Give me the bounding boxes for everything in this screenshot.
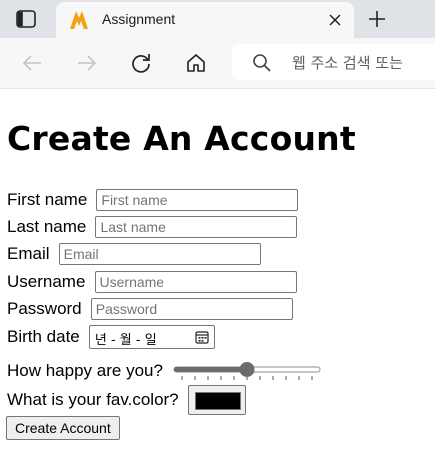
- forward-icon[interactable]: [72, 48, 102, 78]
- tab-bar: Assignment: [0, 0, 435, 38]
- browser-toolbar: 웹 주소 검색 또는: [0, 38, 435, 89]
- fav-color-picker[interactable]: [187, 385, 246, 415]
- email-label: Email: [7, 244, 50, 263]
- username-label: Username: [7, 272, 86, 291]
- first-name-label: First name: [7, 190, 88, 209]
- new-tab-icon[interactable]: [362, 5, 392, 33]
- last-name-label: Last name: [7, 217, 87, 236]
- refresh-icon[interactable]: [126, 48, 156, 78]
- fav-color-row: What is your fav.color?: [7, 385, 246, 415]
- fav-color-label: What is your fav.color?: [7, 390, 179, 409]
- address-bar-placeholder: 웹 주소 검색 또는: [292, 54, 403, 72]
- close-tab-icon[interactable]: [326, 11, 344, 29]
- page-content: Create An Account First name Last name E…: [0, 89, 435, 458]
- calendar-icon[interactable]: [195, 330, 209, 344]
- page-title: Create An Account: [7, 119, 356, 158]
- last-name-input[interactable]: [95, 216, 298, 238]
- password-input[interactable]: [90, 298, 293, 320]
- happiness-label: How happy are you?: [7, 361, 163, 380]
- birth-date-input[interactable]: 년 - 월 - 일: [88, 325, 215, 349]
- email-input[interactable]: [58, 243, 261, 265]
- sidebar-toggle-icon[interactable]: [6, 4, 46, 34]
- password-row: Password: [7, 298, 293, 322]
- create-account-button[interactable]: Create Account: [6, 416, 120, 440]
- address-bar[interactable]: 웹 주소 검색 또는: [232, 44, 435, 80]
- happiness-slider[interactable]: [172, 359, 322, 383]
- back-icon[interactable]: [17, 48, 47, 78]
- birth-date-label: Birth date: [7, 327, 80, 346]
- birth-date-row: Birth date 년 - 월 - 일: [7, 325, 215, 349]
- slider-thumb: [239, 362, 255, 377]
- happiness-row: How happy are you?: [7, 359, 322, 383]
- first-name-input[interactable]: [96, 189, 299, 211]
- email-row: Email: [7, 243, 261, 267]
- slider-fill: [174, 367, 248, 372]
- tab-assignment[interactable]: Assignment: [56, 2, 354, 38]
- password-label: Password: [7, 299, 82, 318]
- home-icon[interactable]: [181, 48, 211, 78]
- color-swatch: [194, 392, 241, 410]
- first-name-row: First name: [7, 189, 299, 213]
- username-row: Username: [7, 271, 297, 295]
- search-icon: [252, 53, 272, 73]
- birth-date-format: 년 - 월 - 일: [94, 333, 157, 348]
- username-input[interactable]: [94, 271, 297, 293]
- tab-title: Assignment: [102, 11, 176, 27]
- last-name-row: Last name: [7, 216, 298, 240]
- assignment-favicon-icon: [68, 9, 90, 31]
